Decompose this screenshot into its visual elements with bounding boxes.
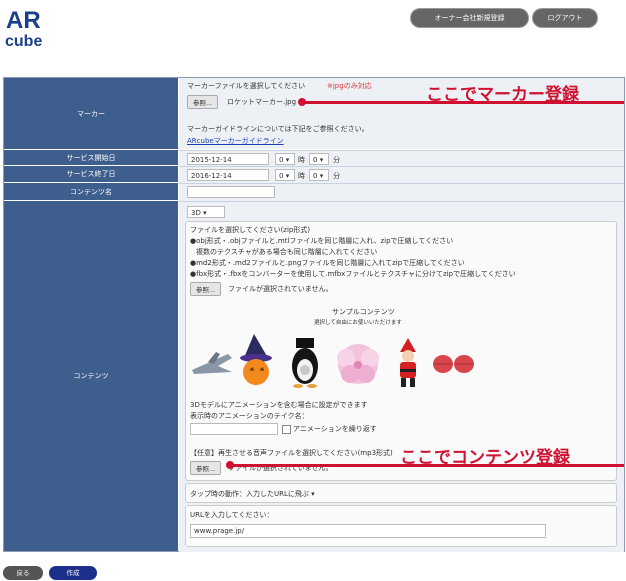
minute-value: 0 (313, 156, 318, 164)
minute-unit: 分 (333, 156, 340, 164)
hour-value: 0 (279, 156, 284, 164)
hour-unit: 時 (298, 156, 305, 164)
marker-guideline-text: マーカーガイドラインについては下記をご参照ください。 (187, 125, 369, 133)
marker-callout-line (304, 101, 624, 104)
sample-flower-icon[interactable] (337, 344, 379, 384)
content-name-input[interactable] (187, 186, 275, 198)
create-button[interactable]: 作成 (49, 566, 97, 580)
audio-browse-button[interactable]: 参照... (190, 461, 222, 475)
sample-macaron-icon[interactable] (433, 355, 474, 373)
content-name-label: コンテンツ名 (4, 183, 178, 200)
owner-register-button[interactable]: オーナー会社新規登録 (411, 9, 528, 27)
sample-witch-pumpkin-icon[interactable] (240, 334, 272, 385)
service-end-field: 2016-12-14 0 ▾ 時 0 ▾ 分 (179, 166, 624, 183)
content-no-file: ファイルが選択されていません。 (228, 285, 333, 293)
tap-action-label: タップ時の動作： (190, 490, 246, 498)
tap-action-value: 入力したURLに飛ぶ (246, 490, 309, 498)
content-type-value: 3D (191, 209, 201, 217)
marker-guideline-link[interactable]: ARcubeマーカーガイドライン (187, 136, 284, 146)
rule-fbx: ●fbx形式・.fbxをコンバーターを使用して.mfbxファイルとテクスチャに分… (190, 270, 516, 278)
svg-text:cube: cube (5, 33, 42, 50)
rule-md2: ●md2形式・.md2ファイルと.pngファイルを同じ階層に入れてzipで圧縮し… (190, 259, 465, 267)
service-end-hour-select[interactable]: 0 ▾ (275, 169, 295, 181)
content-browse-button[interactable]: 参照... (190, 282, 222, 296)
contents-field: 3D ▾ ファイルを選択してください(zip形式) ●obj形式・.objファイ… (179, 201, 624, 552)
sample-subtitle: 選択して自由にお使いいただけます (314, 320, 402, 326)
marker-callout-dot (298, 98, 306, 106)
hour-value: 0 (279, 172, 284, 180)
content-name-field (179, 183, 624, 201)
service-start-field: 2015-12-14 0 ▾ 時 0 ▾ 分 (179, 150, 624, 166)
service-start-hour-select[interactable]: 0 ▾ (275, 153, 295, 165)
content-type-select[interactable]: 3D ▾ (187, 206, 225, 218)
marker-browse-button[interactable]: 参照... (187, 95, 219, 109)
marker-label: マーカー (4, 78, 178, 149)
contents-label: コンテンツ (4, 201, 178, 551)
sample-title: サンプルコンテンツ (332, 308, 395, 316)
minute-value: 0 (313, 172, 318, 180)
animation-take-label: 表示時のアニメーションのテイク名： (190, 412, 309, 420)
sample-penguin-icon[interactable] (292, 338, 318, 388)
arcube-logo: AR cube (4, 6, 50, 50)
back-button[interactable]: 戻る (3, 566, 43, 580)
logout-button[interactable]: ログアウト (533, 9, 597, 27)
service-start-date-input[interactable]: 2015-12-14 (187, 153, 269, 165)
arcube-logo-icon: AR cube (5, 7, 42, 50)
service-end-date-input[interactable]: 2016-12-14 (187, 169, 269, 181)
service-start-label: サービス開始日 (4, 150, 178, 165)
minute-unit: 分 (333, 172, 340, 180)
content-callout-dot (226, 461, 234, 469)
url-prompt: URLを入力してください： (190, 511, 274, 519)
rule-obj: ●obj形式・.objファイルと.mtlファイルを同じ階層に入れ、zipで圧縮し… (190, 237, 454, 245)
animation-loop-label: アニメーションを繰り返す (293, 425, 377, 433)
service-end-label: サービス終了日 (4, 166, 178, 182)
content-form: マーカー マーカーファイルを選択してください ※jpgのみ対応 参照... ロケ… (3, 77, 625, 552)
animation-note: 3Dモデルにアニメーションを含む場合に設定ができます (190, 401, 368, 409)
animation-take-input[interactable] (190, 423, 278, 435)
hour-unit: 時 (298, 172, 305, 180)
sample-plane-icon[interactable] (192, 352, 232, 374)
tap-action-box: タップ時の動作： 入力したURLに飛ぶ ▾ (185, 483, 617, 503)
service-start-minute-select[interactable]: 0 ▾ (309, 153, 329, 165)
file-upload-box: ファイルを選択してください(zip形式) ●obj形式・.objファイルと.mt… (185, 221, 617, 481)
service-end-minute-select[interactable]: 0 ▾ (309, 169, 329, 181)
animation-loop-checkbox[interactable] (282, 425, 291, 434)
tap-action-select[interactable]: 入力したURLに飛ぶ ▾ (246, 489, 315, 499)
url-input[interactable]: www.prage.jp/ (190, 524, 546, 538)
url-box: URLを入力してください： www.prage.jp/ (185, 505, 617, 547)
audio-instruction: 【任意】再生させる音声ファイルを選択してください(mp3形式) (190, 449, 393, 457)
content-callout-line (232, 464, 624, 467)
file-instruction: ファイルを選択してください(zip形式) (190, 226, 311, 234)
rule-obj-2: 複数のテクスチャがある場合も同じ階層に入れてください (196, 248, 378, 256)
sample-gallery (188, 332, 614, 394)
marker-instruction: マーカーファイルを選択してください (187, 82, 306, 90)
svg-text:AR: AR (6, 7, 41, 34)
sample-santa-icon[interactable] (400, 338, 416, 387)
marker-jpg-note: ※jpgのみ対応 (327, 82, 372, 90)
marker-file-name: ロケットマーカー.jpg (227, 98, 297, 106)
